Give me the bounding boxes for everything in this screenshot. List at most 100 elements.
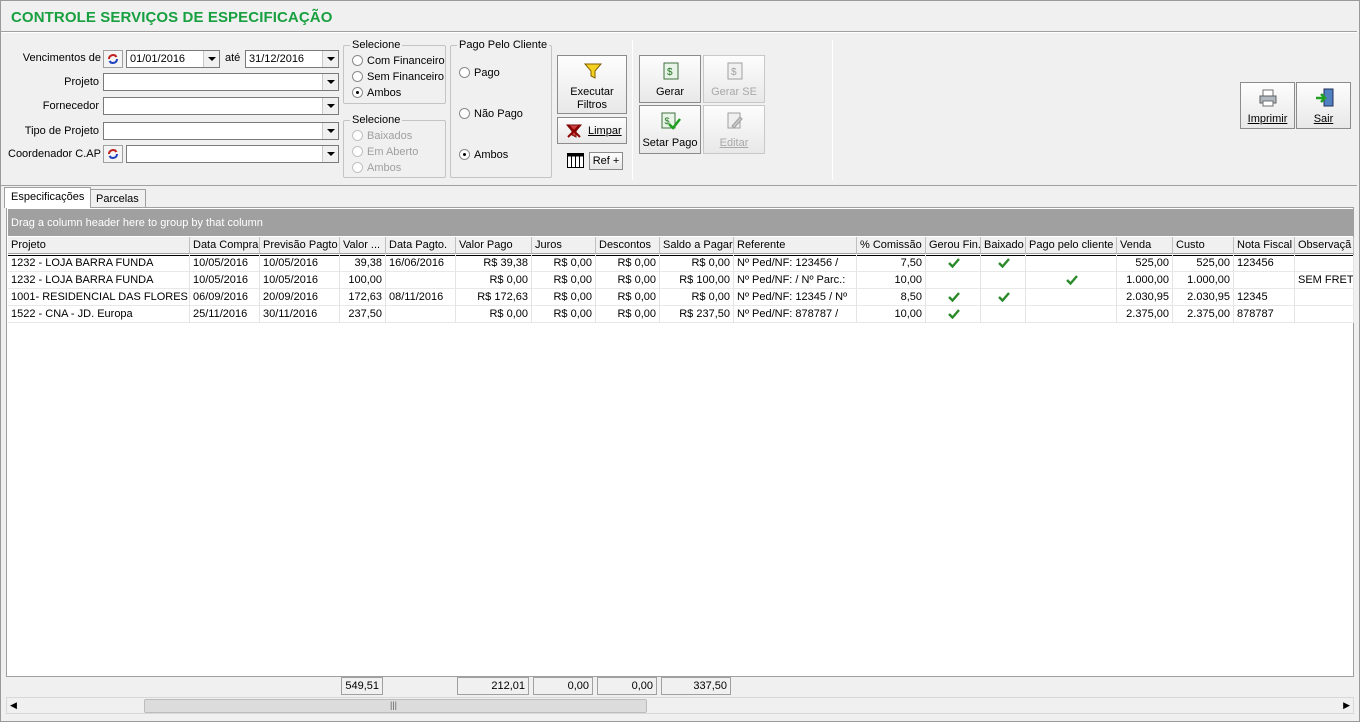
radio-ambos-pago[interactable]: Ambos [459, 149, 508, 161]
gerar-se-button[interactable]: $ Gerar SE [703, 55, 765, 103]
column-header[interactable]: Referente [734, 237, 857, 254]
radio-ambos-financeiro[interactable]: Ambos [352, 87, 401, 99]
radio-com-financeiro[interactable]: Com Financeiro [352, 55, 445, 67]
table-cell[interactable]: R$ 0,00 [596, 255, 660, 272]
radio-em-aberto[interactable]: Em Aberto [352, 146, 418, 158]
table-cell[interactable]: 2.030,95 [1117, 289, 1173, 306]
table-cell[interactable]: 06/09/2016 [190, 289, 260, 306]
column-header[interactable]: Descontos [596, 237, 660, 254]
column-header[interactable]: Baixado [981, 237, 1026, 254]
table-cell[interactable]: 1.000,00 [1117, 272, 1173, 289]
table-cell[interactable]: 525,00 [1173, 255, 1234, 272]
tipo-projeto-select[interactable] [103, 122, 339, 140]
table-cell[interactable]: R$ 0,00 [532, 272, 596, 289]
date-from-picker[interactable]: 01/01/2016 [126, 50, 220, 68]
table-cell[interactable]: R$ 100,00 [660, 272, 734, 289]
chevron-down-icon[interactable] [322, 98, 338, 114]
table-cell[interactable]: 878787 [1234, 306, 1295, 323]
column-header[interactable]: Data Pagto. [386, 237, 456, 254]
checkbox-cell[interactable] [981, 289, 1026, 306]
table-cell[interactable] [386, 272, 456, 289]
checkbox-cell[interactable] [981, 272, 1026, 289]
table-cell[interactable]: 2.030,95 [1173, 289, 1234, 306]
column-header[interactable]: Saldo a Pagar [660, 237, 734, 254]
table-cell[interactable]: 08/11/2016 [386, 289, 456, 306]
refresh-date-button[interactable] [103, 50, 123, 68]
table-cell[interactable]: 30/11/2016 [260, 306, 340, 323]
table-cell[interactable]: 172,63 [340, 289, 386, 306]
column-header[interactable]: Juros [532, 237, 596, 254]
chevron-down-icon[interactable] [322, 74, 338, 90]
column-header[interactable]: Observaçã [1295, 237, 1354, 254]
table-cell[interactable]: SEM FRETI [1295, 272, 1354, 289]
table-cell[interactable] [1295, 289, 1354, 306]
table-cell[interactable]: R$ 0,00 [532, 306, 596, 323]
table-cell[interactable]: 10/05/2016 [260, 272, 340, 289]
table-cell[interactable]: 1522 - CNA - JD. Europa [8, 306, 190, 323]
chevron-down-icon[interactable] [322, 123, 338, 139]
column-header[interactable]: Data Compra [190, 237, 260, 254]
table-cell[interactable]: 237,50 [340, 306, 386, 323]
chevron-down-icon[interactable] [203, 51, 219, 67]
gerar-button[interactable]: $ Gerar [639, 55, 701, 103]
table-cell[interactable]: R$ 172,63 [456, 289, 532, 306]
table-cell[interactable]: R$ 39,38 [456, 255, 532, 272]
group-by-panel[interactable]: Drag a column header here to group by th… [8, 209, 1354, 236]
table-cell[interactable]: R$ 0,00 [456, 306, 532, 323]
radio-sem-financeiro[interactable]: Sem Financeiro [352, 71, 444, 83]
column-header[interactable]: Gerou Fin. [926, 237, 981, 254]
table-cell[interactable]: Nº Ped/NF: / Nº Parc.: [734, 272, 857, 289]
table-cell[interactable]: 10,00 [857, 306, 926, 323]
refresh-coordenador-button[interactable] [103, 145, 123, 163]
chevron-down-icon[interactable] [322, 51, 338, 67]
executar-filtros-button[interactable]: Executar Filtros [557, 55, 627, 114]
scroll-right-icon[interactable]: ▶ [1343, 700, 1350, 711]
radio-pago[interactable]: Pago [459, 67, 500, 79]
table-cell[interactable]: 100,00 [340, 272, 386, 289]
column-header[interactable]: Nota Fiscal [1234, 237, 1295, 254]
table-cell[interactable]: R$ 0,00 [660, 255, 734, 272]
table-cell[interactable]: R$ 0,00 [532, 289, 596, 306]
limpar-button[interactable]: Limpar [557, 117, 627, 144]
column-header[interactable]: Custo [1173, 237, 1234, 254]
checkbox-cell[interactable] [981, 306, 1026, 323]
table-cell[interactable]: 1.000,00 [1173, 272, 1234, 289]
imprimir-button[interactable]: Imprimir [1240, 82, 1295, 129]
chevron-down-icon[interactable] [322, 146, 338, 162]
table-cell[interactable]: R$ 0,00 [456, 272, 532, 289]
table-cell[interactable]: 25/11/2016 [190, 306, 260, 323]
projeto-select[interactable] [103, 73, 339, 91]
table-cell[interactable]: 2.375,00 [1117, 306, 1173, 323]
column-header[interactable]: Valor Pago [456, 237, 532, 254]
table-cell[interactable] [1295, 255, 1354, 272]
table-cell[interactable]: 39,38 [340, 255, 386, 272]
table-cell[interactable]: 12345 [1234, 289, 1295, 306]
column-header[interactable]: Pago pelo cliente [1026, 237, 1117, 254]
editar-button[interactable]: Editar [703, 105, 765, 154]
table-cell[interactable]: 525,00 [1117, 255, 1173, 272]
table-cell[interactable]: R$ 0,00 [596, 289, 660, 306]
checkbox-cell[interactable] [926, 306, 981, 323]
table-cell[interactable]: Nº Ped/NF: 123456 / [734, 255, 857, 272]
checkbox-cell[interactable] [1026, 306, 1117, 323]
table-cell[interactable]: 10/05/2016 [190, 255, 260, 272]
table-cell[interactable]: Nº Ped/NF: 878787 / [734, 306, 857, 323]
table-cell[interactable]: 10/05/2016 [260, 255, 340, 272]
table-cell[interactable]: 123456 [1234, 255, 1295, 272]
checkbox-cell[interactable] [926, 272, 981, 289]
table-cell[interactable]: 8,50 [857, 289, 926, 306]
column-header[interactable]: Projeto [8, 237, 190, 254]
table-cell[interactable]: 7,50 [857, 255, 926, 272]
table-cell[interactable]: 1001- RESIDENCIAL DAS FLORES [8, 289, 190, 306]
table-cell[interactable]: R$ 237,50 [660, 306, 734, 323]
tab-especificacoes[interactable]: Especificações [4, 187, 92, 208]
table-cell[interactable]: 1232 - LOJA BARRA FUNDA [8, 255, 190, 272]
column-header[interactable]: % Comissão [857, 237, 926, 254]
table-cell[interactable] [1234, 272, 1295, 289]
table-cell[interactable]: 16/06/2016 [386, 255, 456, 272]
table-cell[interactable]: 10/05/2016 [190, 272, 260, 289]
checkbox-cell[interactable] [981, 255, 1026, 272]
checkbox-cell[interactable] [1026, 255, 1117, 272]
tab-parcelas[interactable]: Parcelas [89, 189, 146, 208]
table-cell[interactable]: 2.375,00 [1173, 306, 1234, 323]
